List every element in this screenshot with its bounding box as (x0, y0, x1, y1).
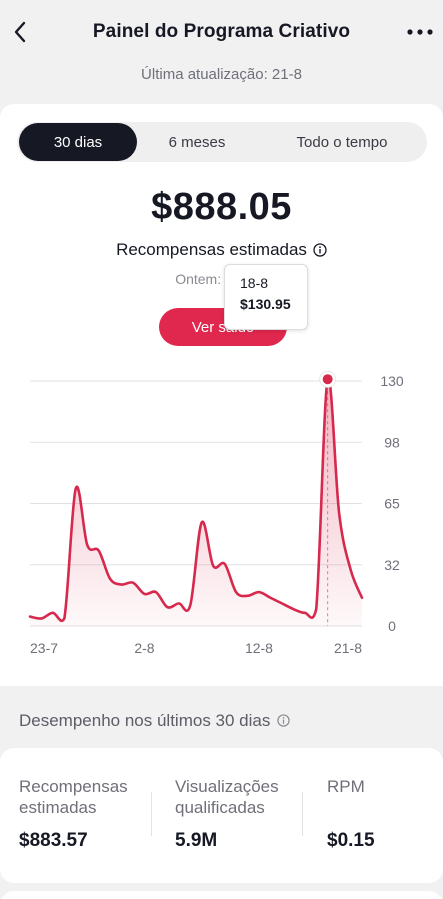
estimated-rewards-label-row: Recompensas estimadas (0, 240, 443, 260)
tab-30-days[interactable]: 30 dias (19, 123, 137, 161)
stat-label: estimadas (19, 798, 97, 817)
chart-tooltip: 18-8 $130.95 (224, 264, 308, 330)
info-icon[interactable] (313, 243, 327, 257)
tooltip-value: $130.95 (240, 296, 291, 312)
stat-label: Visualizações (175, 777, 279, 796)
stat-rpm[interactable]: RPM $0.15 (327, 776, 375, 851)
stat-qualified-views[interactable]: Visualizações qualificadas 5.9M (175, 776, 279, 851)
divider (302, 792, 303, 836)
stat-value: 5.9M (175, 830, 218, 851)
estimated-rewards-label: Recompensas estimadas (116, 240, 307, 259)
earnings-card: 30 dias 6 meses Todo o tempo $888.05 Rec… (0, 104, 443, 686)
more-horizontal-icon[interactable] (405, 20, 435, 44)
tab-6-months[interactable]: 6 meses (137, 122, 257, 162)
last-updated-text: Última atualização: 21-8 (141, 66, 302, 83)
y-tick-label: 0 (388, 618, 396, 634)
performance-card: Recompensas estimadas $883.57 Visualizaç… (0, 748, 443, 883)
period-selector: 30 dias 6 meses Todo o tempo (17, 122, 427, 162)
y-tick-label: 32 (384, 557, 400, 573)
y-tick-label: 98 (384, 434, 400, 450)
stat-label: RPM (327, 777, 365, 796)
page-title: Painel do Programa Criativo (92, 21, 351, 42)
y-tick-label: 65 (384, 496, 400, 512)
performance-heading: Desempenho nos últimos 30 dias (19, 711, 271, 730)
divider (151, 792, 152, 836)
tooltip-date: 18-8 (240, 275, 269, 291)
yesterday-earnings: Ontem: $31.10 (175, 271, 268, 287)
next-section-card (0, 891, 443, 899)
stat-value: $883.57 (19, 830, 88, 851)
info-icon[interactable] (277, 714, 291, 728)
y-tick-label: 130 (380, 373, 404, 389)
tab-all-time[interactable]: Todo o tempo (257, 122, 427, 162)
stat-label: qualificadas (175, 798, 265, 817)
performance-heading-row: Desempenho nos últimos 30 dias (19, 711, 291, 731)
chevron-left-icon[interactable] (8, 18, 32, 46)
stat-estimated-rewards[interactable]: Recompensas estimadas $883.57 (19, 776, 128, 851)
x-tick-label: 21-8 (334, 640, 362, 656)
x-tick-label: 12-8 (245, 640, 273, 656)
estimated-rewards-amount: $888.05 (151, 186, 292, 228)
x-tick-label: 2-8 (134, 640, 154, 656)
highlight-point (322, 374, 333, 385)
stat-label: Recompensas (19, 777, 128, 796)
earnings-chart: 130 98 65 32 0 23-7 2-8 12-8 21-8 (28, 370, 404, 656)
stat-value: $0.15 (327, 830, 375, 851)
top-bar: Painel do Programa Criativo (0, 0, 443, 60)
x-tick-label: 23-7 (30, 640, 58, 656)
